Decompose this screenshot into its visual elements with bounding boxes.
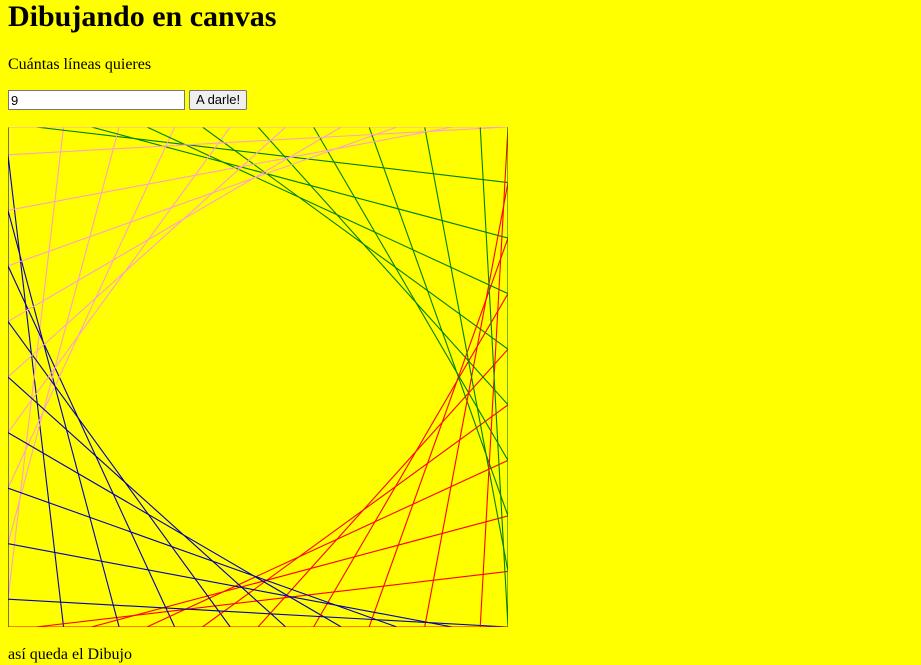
pink-line	[8, 127, 120, 544]
green-line	[313, 127, 508, 461]
page-title: Dibujando en canvas	[8, 0, 277, 33]
pink-line	[8, 127, 231, 433]
page: Dibujando en canvas Cuántas líneas quier…	[0, 0, 921, 665]
draw-button[interactable]: A darle!	[189, 90, 248, 110]
red-line	[257, 348, 508, 627]
drawing-canvas	[8, 127, 508, 627]
drawing-caption: así queda el Dibujo	[8, 646, 132, 663]
green-line	[257, 127, 508, 406]
pink-line	[8, 127, 287, 378]
controls-row: A darle!	[8, 90, 248, 110]
pink-line	[8, 127, 176, 489]
lines-prompt-label: Cuántas líneas quieres	[8, 56, 152, 73]
blue-line	[8, 210, 120, 627]
blue-line	[8, 598, 508, 627]
red-line	[313, 293, 508, 627]
pink-line	[8, 127, 508, 156]
pink-line	[8, 127, 65, 600]
pink-line	[8, 127, 342, 322]
blue-line	[8, 376, 287, 627]
blue-line	[8, 265, 176, 627]
lines-count-input[interactable]	[8, 90, 185, 110]
blue-line	[8, 321, 231, 627]
string-art-drawing	[8, 127, 508, 627]
blue-line	[8, 432, 342, 627]
blue-line	[8, 154, 65, 627]
